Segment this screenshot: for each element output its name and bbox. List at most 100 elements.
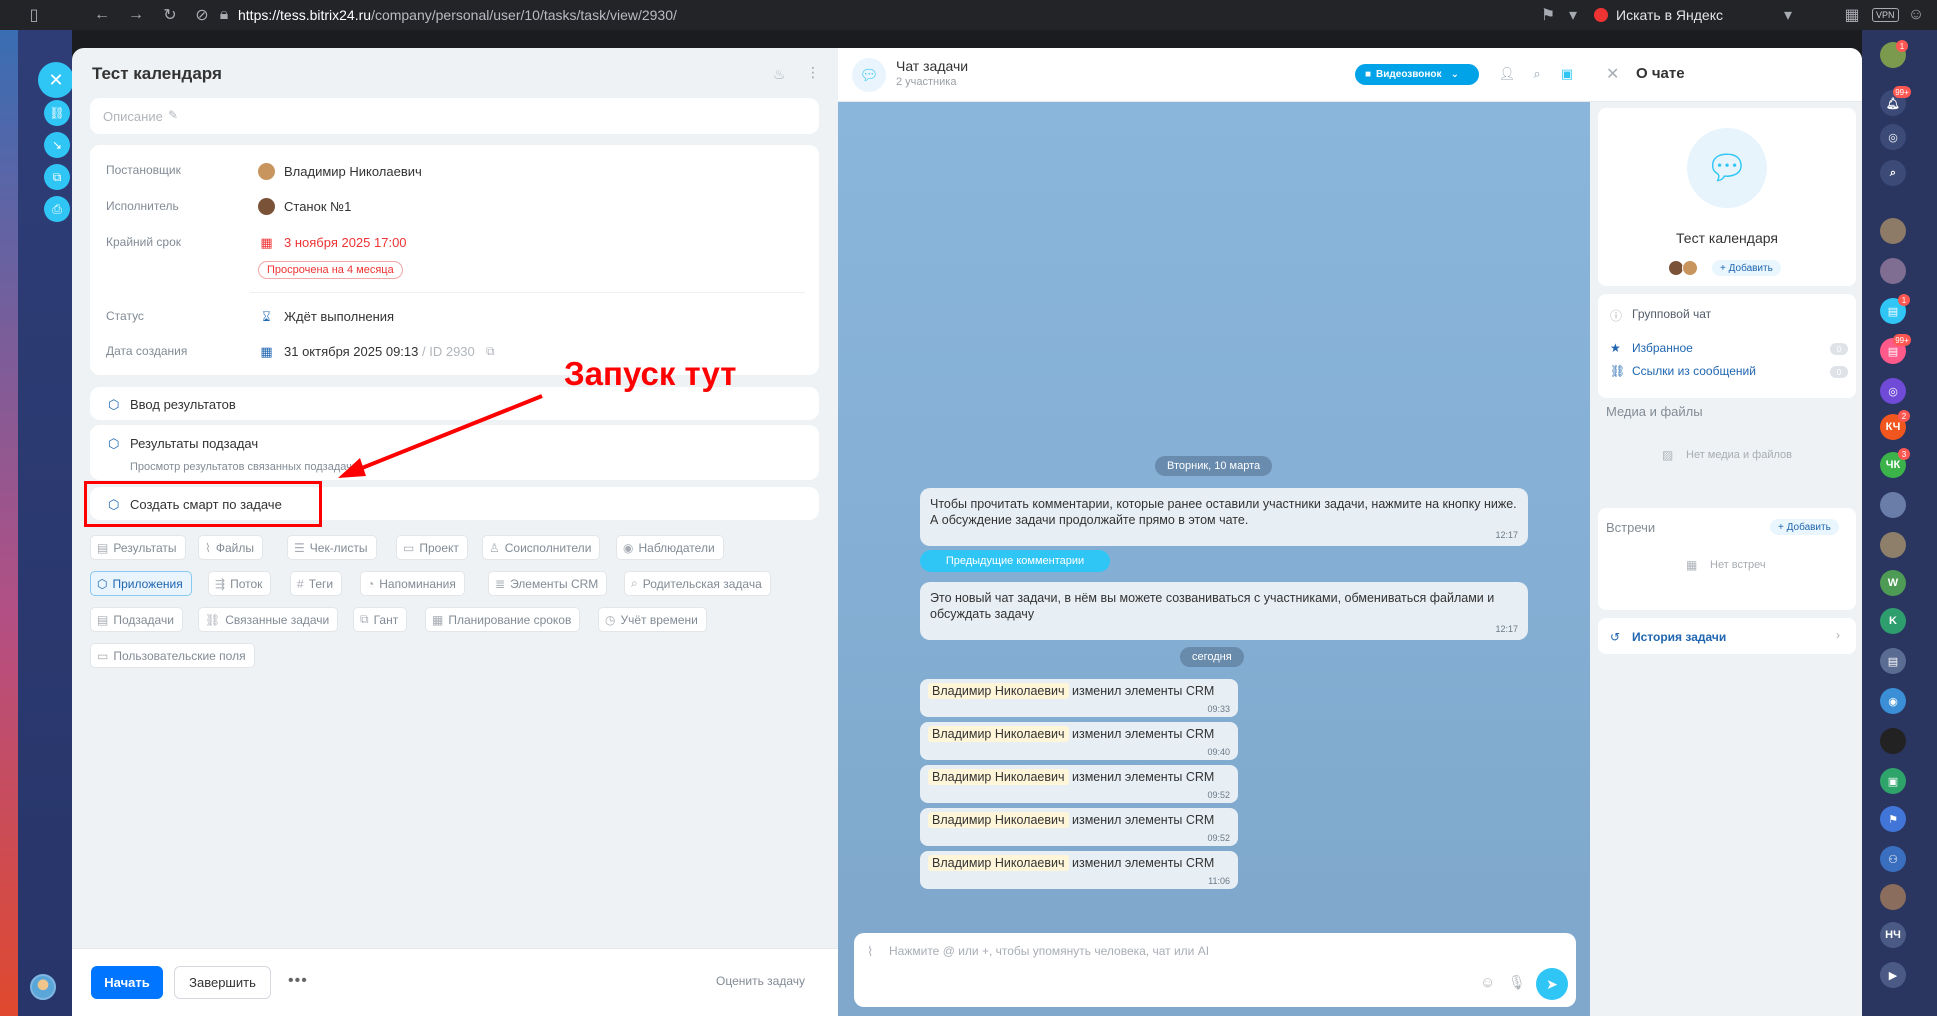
chat-members-count[interactable]: 2 участника (896, 76, 956, 88)
paperclip-icon[interactable]: ⌇ (867, 944, 873, 960)
more-menu-icon[interactable]: ⋮ (806, 64, 820, 81)
contact-avatar[interactable] (1880, 728, 1906, 754)
chevron-down-icon[interactable]: ⌄ (1451, 69, 1459, 80)
creator-value[interactable]: Владимир Николаевич (284, 164, 422, 179)
contact-avatar[interactable]: ▤ (1880, 648, 1906, 674)
chip-subtasks[interactable]: ▤ Подзадачи (90, 607, 183, 632)
creator-avatar[interactable] (258, 163, 275, 180)
video-call-button[interactable]: ■ Видеозвонок ⌄ (1355, 64, 1479, 85)
chat-title[interactable]: Чат задачи (896, 58, 968, 74)
chip-project[interactable]: ▭ Проект (396, 535, 468, 560)
chip-results[interactable]: ▤ Результаты (90, 535, 186, 560)
extensions-icon[interactable]: ▦ (1842, 5, 1862, 25)
copy-link-icon[interactable]: ⛓ (44, 100, 70, 126)
video-call-icon[interactable]: ▶ (1880, 962, 1906, 988)
chip-reminders[interactable]: ◔ Напоминания (360, 571, 465, 596)
message-author[interactable]: Владимир Николаевич (928, 769, 1069, 785)
open-new-window-icon[interactable]: ⧉ (44, 164, 70, 190)
chevron-right-icon[interactable]: › (1836, 628, 1840, 642)
group-avatar[interactable]: ⚇ (1880, 846, 1906, 872)
chip-coexecutors[interactable]: ♙ Соисполнители (482, 535, 601, 560)
favorites-link[interactable]: Избранное (1632, 341, 1693, 355)
chip-parent-task[interactable]: ⌕ Родительская задача (624, 571, 771, 596)
paperclip-icon: ⌇ (205, 540, 211, 555)
vpn-button[interactable]: VPN (1872, 8, 1899, 22)
chip-user-fields[interactable]: ▭ Пользовательские поля (90, 643, 255, 668)
search-icon[interactable]: ⌕ (1528, 65, 1546, 83)
rate-task-link[interactable]: Оценить задачу (716, 974, 805, 988)
results-input-label[interactable]: Ввод результатов (130, 397, 236, 412)
copilot-icon[interactable]: ◎ (1880, 124, 1906, 150)
contact-avatar[interactable]: W (1880, 570, 1906, 596)
task-title[interactable]: Тест календаря (92, 64, 222, 84)
chip-tags[interactable]: # Теги (290, 571, 343, 596)
print-icon[interactable]: ⎙ (44, 196, 70, 222)
finish-button[interactable]: Завершить (174, 966, 271, 999)
description-field[interactable] (90, 98, 819, 134)
close-icon[interactable]: ✕ (1606, 64, 1619, 84)
contact-initials[interactable]: НЧ (1880, 922, 1906, 948)
message-author[interactable]: Владимир Николаевич (928, 683, 1069, 699)
contact-avatar[interactable] (1880, 492, 1906, 518)
close-slider-button[interactable]: ✕ (38, 62, 74, 98)
chip-gantt[interactable]: ⧉ Гант (353, 607, 408, 632)
contact-avatar[interactable] (1880, 218, 1906, 244)
assignee-value[interactable]: Станок №1 (284, 199, 351, 214)
copy-icon[interactable]: ⧉ (486, 344, 495, 359)
add-meeting-button[interactable]: + Добавить (1770, 519, 1839, 535)
message-author[interactable]: Владимир Николаевич (928, 812, 1069, 828)
chip-observers[interactable]: ◉ Наблюдатели (616, 535, 724, 560)
contact-avatar[interactable] (1880, 884, 1906, 910)
chip-related-tasks[interactable]: ⛓ Связанные задачи (198, 607, 339, 632)
links-link[interactable]: Ссылки из сообщений (1632, 364, 1756, 378)
bookmark-icon[interactable]: ⚑ (1538, 5, 1558, 25)
subtask-results-label[interactable]: Результаты подзадач (130, 436, 258, 451)
fields-icon: ▭ (97, 648, 109, 663)
add-member-button[interactable]: + Добавить (1712, 260, 1781, 276)
message-author[interactable]: Владимир Николаевич (928, 726, 1069, 742)
contact-avatar[interactable]: K (1880, 608, 1906, 634)
panel-toggle-icon[interactable]: ▣ (1558, 65, 1576, 83)
task-history-link[interactable]: История задачи (1632, 630, 1726, 644)
search-engine-field[interactable]: Искать в Яндекс (1616, 7, 1723, 23)
address-bar[interactable]: https://tess.bitrix24.ru/company/persona… (238, 7, 677, 23)
shield-icon[interactable]: ⊘ (192, 5, 212, 25)
previous-comments-button[interactable]: Предыдущие комментарии (920, 550, 1110, 572)
bot-avatar[interactable]: ◉ (1880, 688, 1906, 714)
more-actions-button[interactable]: ••• (288, 972, 308, 990)
deadline-value[interactable]: 3 ноября 2025 17:00 (284, 235, 407, 250)
group-chat-avatar[interactable]: ▣ (1880, 768, 1906, 794)
add-user-icon[interactable]: 👤︎ (1498, 65, 1516, 83)
edit-icon[interactable]: ✎ (168, 108, 178, 122)
chip-planning[interactable]: ▦ Планирование сроков (425, 607, 581, 632)
member-avatar[interactable] (1682, 260, 1698, 276)
chip-apps[interactable]: ⬡ Приложения (90, 571, 192, 596)
bookmark-chat-avatar[interactable]: ⚑ (1880, 806, 1906, 832)
chip-time-tracking[interactable]: ◷ Учёт времени (598, 607, 707, 632)
chat-name[interactable]: Тест календаря (1598, 230, 1856, 246)
contact-avatar[interactable] (1880, 258, 1906, 284)
emoji-icon[interactable]: ☺ (1480, 974, 1495, 991)
chip-flow[interactable]: ⇶ Поток (208, 571, 272, 596)
chevron-down-icon[interactable]: ▾ (1563, 5, 1583, 25)
chip-crm[interactable]: ≣ Элементы CRM (488, 571, 608, 596)
chevron-down-icon[interactable]: ▾ (1778, 5, 1798, 25)
forward-icon[interactable]: → (126, 5, 146, 25)
profile-icon[interactable]: ☺ (1906, 5, 1926, 25)
message-author[interactable]: Владимир Николаевич (928, 855, 1069, 871)
microphone-icon[interactable]: 🎙︎ (1508, 974, 1526, 991)
sidebar-toggle-icon[interactable]: ▯ (24, 5, 44, 25)
assignee-avatar[interactable] (258, 198, 275, 215)
search-icon[interactable]: ⌕ (1880, 160, 1906, 186)
start-button[interactable]: Начать (91, 966, 163, 999)
reload-icon[interactable]: ↻ (160, 5, 180, 25)
chip-files[interactable]: ⌇ Файлы (198, 535, 263, 560)
copilot-chat-icon[interactable]: ◎ (1880, 378, 1906, 404)
contact-avatar[interactable] (1880, 532, 1906, 558)
chip-checklists[interactable]: ☰ Чек-листы (287, 535, 377, 560)
minimize-icon[interactable]: ↘ (44, 132, 70, 158)
send-button[interactable]: ➤ (1536, 968, 1568, 1000)
back-icon[interactable]: ← (92, 5, 112, 25)
current-user-avatar[interactable] (30, 974, 56, 1000)
fire-icon[interactable]: ♨ (773, 66, 786, 83)
